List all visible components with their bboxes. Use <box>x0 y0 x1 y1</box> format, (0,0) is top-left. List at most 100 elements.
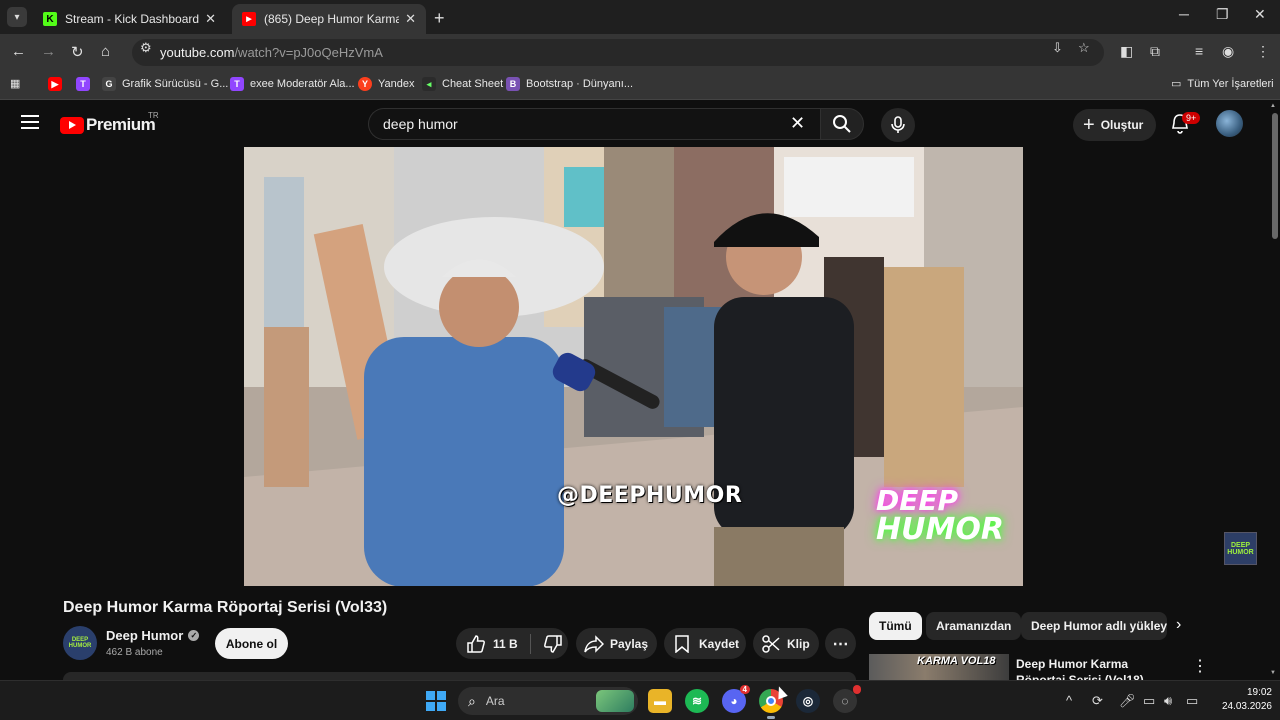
bookmark-star-icon[interactable]: ☆ <box>1078 40 1090 56</box>
recommended-title[interactable]: Deep Humor Karma Röportaj Serisi (Vol18) <box>1016 656 1176 680</box>
mic-tray-icon[interactable]: 🎤︎ <box>1119 693 1136 709</box>
sync-icon[interactable]: ⟳ <box>1092 693 1103 709</box>
youtube-icon: ▶ <box>48 77 62 91</box>
close-icon[interactable]: ✕ <box>205 11 216 27</box>
cheat-sheet-icon: ◂ <box>422 77 436 91</box>
bookmark-label: Yandex <box>378 78 415 90</box>
file-explorer-icon[interactable]: ▬ <box>648 689 672 713</box>
scroll-thumb[interactable] <box>1272 113 1278 239</box>
bookmark-item[interactable]: Texee Moderatör Ala... <box>230 77 355 91</box>
page-scrollbar[interactable] <box>1270 101 1280 680</box>
system-clock[interactable]: 19:02 24.03.2026 <box>1214 686 1272 714</box>
minimize-icon[interactable]: ─ <box>1179 6 1189 22</box>
discord-badge: 4 <box>739 685 750 694</box>
subscriber-count: 462 B abone <box>106 647 163 658</box>
windows-taskbar: ⌕ Ara ▬ ≋ ◕ 4 ◎ ◌ ^ ⟳ 🎤︎ ▭ 🔊︎ ▭ 19:02 24.… <box>0 680 1280 720</box>
forward-icon[interactable]: → <box>41 43 56 60</box>
active-indicator <box>767 716 775 719</box>
battery-icon[interactable]: ▭ <box>1186 693 1198 709</box>
close-icon[interactable]: ✕ <box>405 11 416 27</box>
hamburger-menu-icon[interactable] <box>21 115 39 129</box>
chip-from-search[interactable]: Aramanızdan <box>926 612 1022 640</box>
site-info-icon[interactable]: ⚙ <box>140 40 152 56</box>
puzzle-icon[interactable]: ⧉ <box>1150 43 1160 60</box>
spotify-icon[interactable]: ≋ <box>685 689 709 713</box>
channel-name[interactable]: Deep Humor ✓ <box>106 628 200 643</box>
scroll-down-icon[interactable]: ▼ <box>1270 670 1276 676</box>
discord-icon[interactable]: ◕ 4 <box>722 685 750 713</box>
new-tab-button[interactable]: + <box>434 8 445 29</box>
window-close-icon[interactable]: ✕ <box>1254 6 1266 23</box>
twitch-icon: T <box>76 77 90 91</box>
home-icon[interactable]: ⌂ <box>101 43 110 60</box>
save-button[interactable]: Kaydet <box>664 628 746 659</box>
bookmarks-bar: ▦ ▶ T G Grafik Sürücüsü - G... Texee Mode… <box>0 70 1280 100</box>
search-icon: ⌕ <box>468 692 476 709</box>
notification-count-badge: 9+ <box>1182 112 1201 124</box>
app-icon[interactable]: ◌ <box>833 685 861 713</box>
tab-title: Stream - Kick Dashboard <box>65 12 200 26</box>
back-icon[interactable]: ← <box>11 43 26 60</box>
share-button[interactable]: Paylaş <box>576 628 657 659</box>
bookmark-label: Grafik Sürücüsü - G... <box>122 78 229 90</box>
thumbs-up-icon <box>467 634 485 653</box>
url-path: /watch?v=pJ0oQeHzVmA <box>234 45 383 60</box>
address-bar[interactable]: youtube.com/watch?v=pJ0oQeHzVmA <box>132 39 1104 66</box>
recommended-thumbnail[interactable]: KARMA VOL18 <box>869 654 1009 680</box>
chip-uploader[interactable]: Deep Humor adlı yükleyic <box>1021 612 1167 640</box>
tab-search-button[interactable]: ▾ <box>7 7 27 27</box>
reload-icon[interactable]: ↻ <box>71 43 84 61</box>
search-button[interactable] <box>820 108 864 140</box>
install-app-icon[interactable]: ⇩ <box>1052 40 1063 56</box>
video-neon-logo: DEEP HUMOR <box>876 487 1006 545</box>
extension-icon[interactable]: ◧ <box>1120 43 1133 60</box>
menu-dots-icon[interactable]: ⋮ <box>1256 43 1270 60</box>
bookmark-twitch[interactable]: T <box>76 77 96 91</box>
tray-chevron-icon[interactable]: ^ <box>1066 693 1072 708</box>
more-actions-icon[interactable]: ⋯ <box>825 628 856 659</box>
video-player[interactable]: @DEEPHUMOR DEEP HUMOR <box>244 147 1023 586</box>
bookmark-label: Cheat Sheet <box>442 78 504 90</box>
clip-button[interactable]: Klip <box>753 628 819 659</box>
apps-grid-icon[interactable]: ▦ <box>10 77 20 90</box>
tab-kick-dashboard[interactable]: K Stream - Kick Dashboard ✕ <box>33 4 226 34</box>
volume-icon[interactable]: 🔊︎ <box>1164 693 1172 709</box>
create-button[interactable]: + Oluştur <box>1073 109 1157 141</box>
like-button[interactable]: 11 B <box>466 634 518 654</box>
user-avatar[interactable] <box>1216 110 1243 137</box>
video-overlay-handle: @DEEPHUMOR <box>557 483 743 508</box>
tab-youtube-video[interactable]: ▶ (865) Deep Humor Karma Röportaj Serisi… <box>232 4 426 34</box>
channel-avatar[interactable]: DEEP HUMOR <box>63 626 97 660</box>
scroll-up-icon[interactable]: ▲ <box>1270 103 1276 109</box>
all-bookmarks[interactable]: ▭ Tüm Yer İşaretleri <box>1171 77 1274 91</box>
bookmark-youtube[interactable]: ▶ <box>48 77 68 91</box>
steam-icon[interactable]: ◎ <box>796 689 820 713</box>
chip-all[interactable]: Tümü <box>869 612 922 640</box>
bookmark-label: exee Moderatör Ala... <box>250 78 355 90</box>
search-input[interactable]: deep humor <box>368 108 823 140</box>
like-count: 11 B <box>493 636 518 651</box>
profile-icon[interactable]: ◉ <box>1222 43 1234 60</box>
taskbar-search[interactable]: ⌕ Ara <box>458 687 638 715</box>
media-icon[interactable]: ≡ <box>1195 43 1203 59</box>
channel-watermark[interactable]: DEEP HUMOR <box>1224 532 1257 565</box>
network-icon[interactable]: ▭ <box>1143 693 1155 709</box>
more-vert-icon[interactable]: ⋮ <box>1192 656 1208 676</box>
bookmark-item[interactable]: B Bootstrap · Dünyanı... <box>506 77 633 91</box>
neon-line-2: HUMOR <box>876 512 1004 547</box>
restore-icon[interactable]: ❐ <box>1216 6 1229 23</box>
bookmark-item[interactable]: Y Yandex <box>358 77 415 91</box>
browser-toolbar: ← → ↻ ⌂ youtube.com/watch?v=pJ0oQeHzVmA … <box>0 34 1280 70</box>
windows-start-icon[interactable] <box>426 691 446 711</box>
description-box[interactable] <box>63 672 856 680</box>
all-bookmarks-label: Tüm Yer İşaretleri <box>1187 77 1274 90</box>
dislike-button[interactable] <box>543 634 563 654</box>
chevron-right-icon[interactable]: › <box>1176 616 1181 634</box>
bootstrap-icon: B <box>506 77 520 91</box>
clear-search-icon[interactable]: ✕ <box>790 113 805 134</box>
youtube-logo[interactable]: Premium TR <box>60 111 159 135</box>
subscribe-button[interactable]: Abone ol <box>215 628 288 659</box>
bookmark-item[interactable]: ◂ Cheat Sheet <box>422 77 503 91</box>
bookmark-item[interactable]: G Grafik Sürücüsü - G... <box>102 77 228 91</box>
voice-search-button[interactable] <box>881 108 915 142</box>
